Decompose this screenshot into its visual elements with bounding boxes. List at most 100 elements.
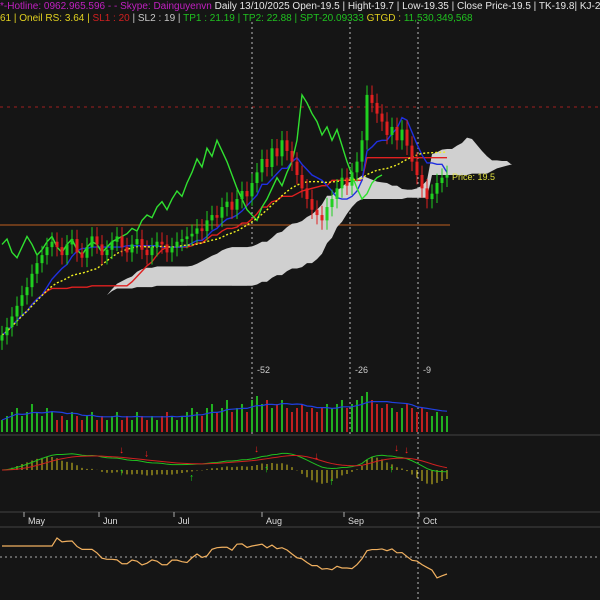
- volume-bar: [96, 420, 98, 432]
- candle-body: [80, 252, 84, 258]
- candle-body: [355, 161, 359, 173]
- volume-bar: [446, 416, 448, 432]
- candle-body: [215, 215, 219, 218]
- ichimoku-cloud-segment: [197, 261, 202, 286]
- sell-arrow-icon: ↓: [144, 448, 149, 459]
- ichimoku-cloud-segment: [507, 160, 512, 166]
- candle-body: [330, 199, 334, 208]
- volume-bar: [366, 392, 368, 432]
- volume-bar: [251, 400, 253, 432]
- buy-arrow-icon: ↑: [389, 464, 394, 475]
- candle-body: [365, 94, 369, 141]
- volume-bar: [411, 408, 413, 432]
- ichimoku-cloud-segment: [212, 253, 217, 286]
- candle-body: [100, 244, 104, 256]
- ichimoku-cloud-segment: [402, 189, 407, 200]
- candle-body: [140, 239, 144, 250]
- ichimoku-cloud-segment: [302, 217, 307, 268]
- candle-body: [235, 199, 239, 210]
- candle-body: [135, 239, 139, 245]
- candle-body: [255, 172, 259, 184]
- candle-body: [220, 207, 224, 218]
- volume-bar: [156, 420, 158, 432]
- sell-arrow-icon: ↓: [119, 445, 124, 456]
- candle-body: [385, 121, 389, 135]
- candle-body: [145, 249, 149, 256]
- volume-ma-line: [1, 401, 448, 421]
- volume-bar: [401, 408, 403, 432]
- month-label: Jun: [103, 516, 118, 526]
- volume-bar: [381, 408, 383, 432]
- candle-body: [40, 255, 44, 264]
- volume-bar: [141, 416, 143, 432]
- ichimoku-cloud-segment: [177, 266, 182, 286]
- volume-bar: [66, 420, 68, 432]
- candle-body: [245, 191, 249, 197]
- candle-body: [320, 215, 324, 221]
- ichimoku-cloud-segment: [392, 185, 397, 200]
- ichimoku-cloud-segment: [252, 244, 257, 286]
- candle-body: [315, 209, 319, 216]
- ichimoku-cloud-segment: [82, 315, 87, 321]
- volume-bar: [1, 420, 3, 432]
- candle-body: [325, 207, 329, 221]
- ichimoku-cloud-segment: [382, 182, 387, 200]
- volume-bar: [421, 408, 423, 432]
- cycle-marker-label: -9: [423, 365, 431, 375]
- volume-bar: [396, 412, 398, 432]
- ichimoku-cloud-segment: [242, 247, 247, 286]
- volume-bar: [306, 412, 308, 432]
- candle-body: [0, 335, 4, 341]
- volume-bar: [351, 404, 353, 432]
- candle-body: [150, 247, 154, 256]
- ichimoku-cloud-segment: [182, 266, 187, 286]
- ichimoku-cloud-segment: [467, 137, 472, 175]
- volume-bar: [356, 400, 358, 432]
- candle-body: [430, 193, 434, 200]
- candle-body: [225, 201, 229, 208]
- candle-body: [260, 158, 264, 173]
- buy-arrow-icon: ↑: [189, 472, 194, 483]
- volume-bar: [426, 412, 428, 432]
- volume-bar: [441, 416, 443, 432]
- ichimoku-cloud-segment: [192, 263, 197, 286]
- volume-bar: [86, 416, 88, 432]
- cycle-marker-label: -52: [257, 365, 270, 375]
- candle-body: [190, 233, 194, 237]
- candle-body: [265, 158, 269, 167]
- volume-bar: [291, 412, 293, 432]
- candle-body: [85, 247, 89, 258]
- volume-bar: [296, 408, 298, 432]
- ichimoku-cloud-segment: [457, 142, 462, 175]
- ichimoku-cloud-segment: [222, 248, 227, 286]
- candle-body: [360, 140, 364, 162]
- ichimoku-cloud-segment: [172, 266, 177, 286]
- volume-bar: [56, 420, 58, 432]
- volume-bar: [311, 408, 313, 432]
- ichimoku-cloud-segment: [227, 247, 232, 286]
- volume-bar: [391, 408, 393, 432]
- candle-body: [415, 161, 419, 175]
- volume-bar: [101, 416, 103, 432]
- volume-bar: [406, 404, 408, 432]
- ichimoku-cloud-segment: [477, 144, 482, 174]
- candle-body: [425, 188, 429, 200]
- volume-bar: [301, 404, 303, 432]
- ichimoku-cloud-segment: [312, 209, 317, 264]
- candle-body: [335, 188, 339, 200]
- volume-bar: [131, 420, 133, 432]
- volume-bar: [226, 400, 228, 432]
- candle-body: [300, 175, 304, 189]
- candle-body: [30, 273, 34, 288]
- price-chart[interactable]: -52 -26 -9Price: 19.5↓ ↓ ↓↓↓ ↓↑↑↑↑↑May Jun Jul A…: [0, 0, 600, 600]
- ichimoku-cloud-segment: [67, 331, 72, 336]
- volume-bar: [46, 408, 48, 432]
- volume-bar: [206, 408, 208, 432]
- ichimoku-cloud-segment: [472, 138, 477, 174]
- candle-body: [25, 287, 29, 296]
- volume-bar: [376, 404, 378, 432]
- ichimoku-cloud-segment: [232, 247, 237, 286]
- candle-body: [285, 140, 289, 151]
- volume-bar: [111, 416, 113, 432]
- candle-body: [70, 239, 74, 245]
